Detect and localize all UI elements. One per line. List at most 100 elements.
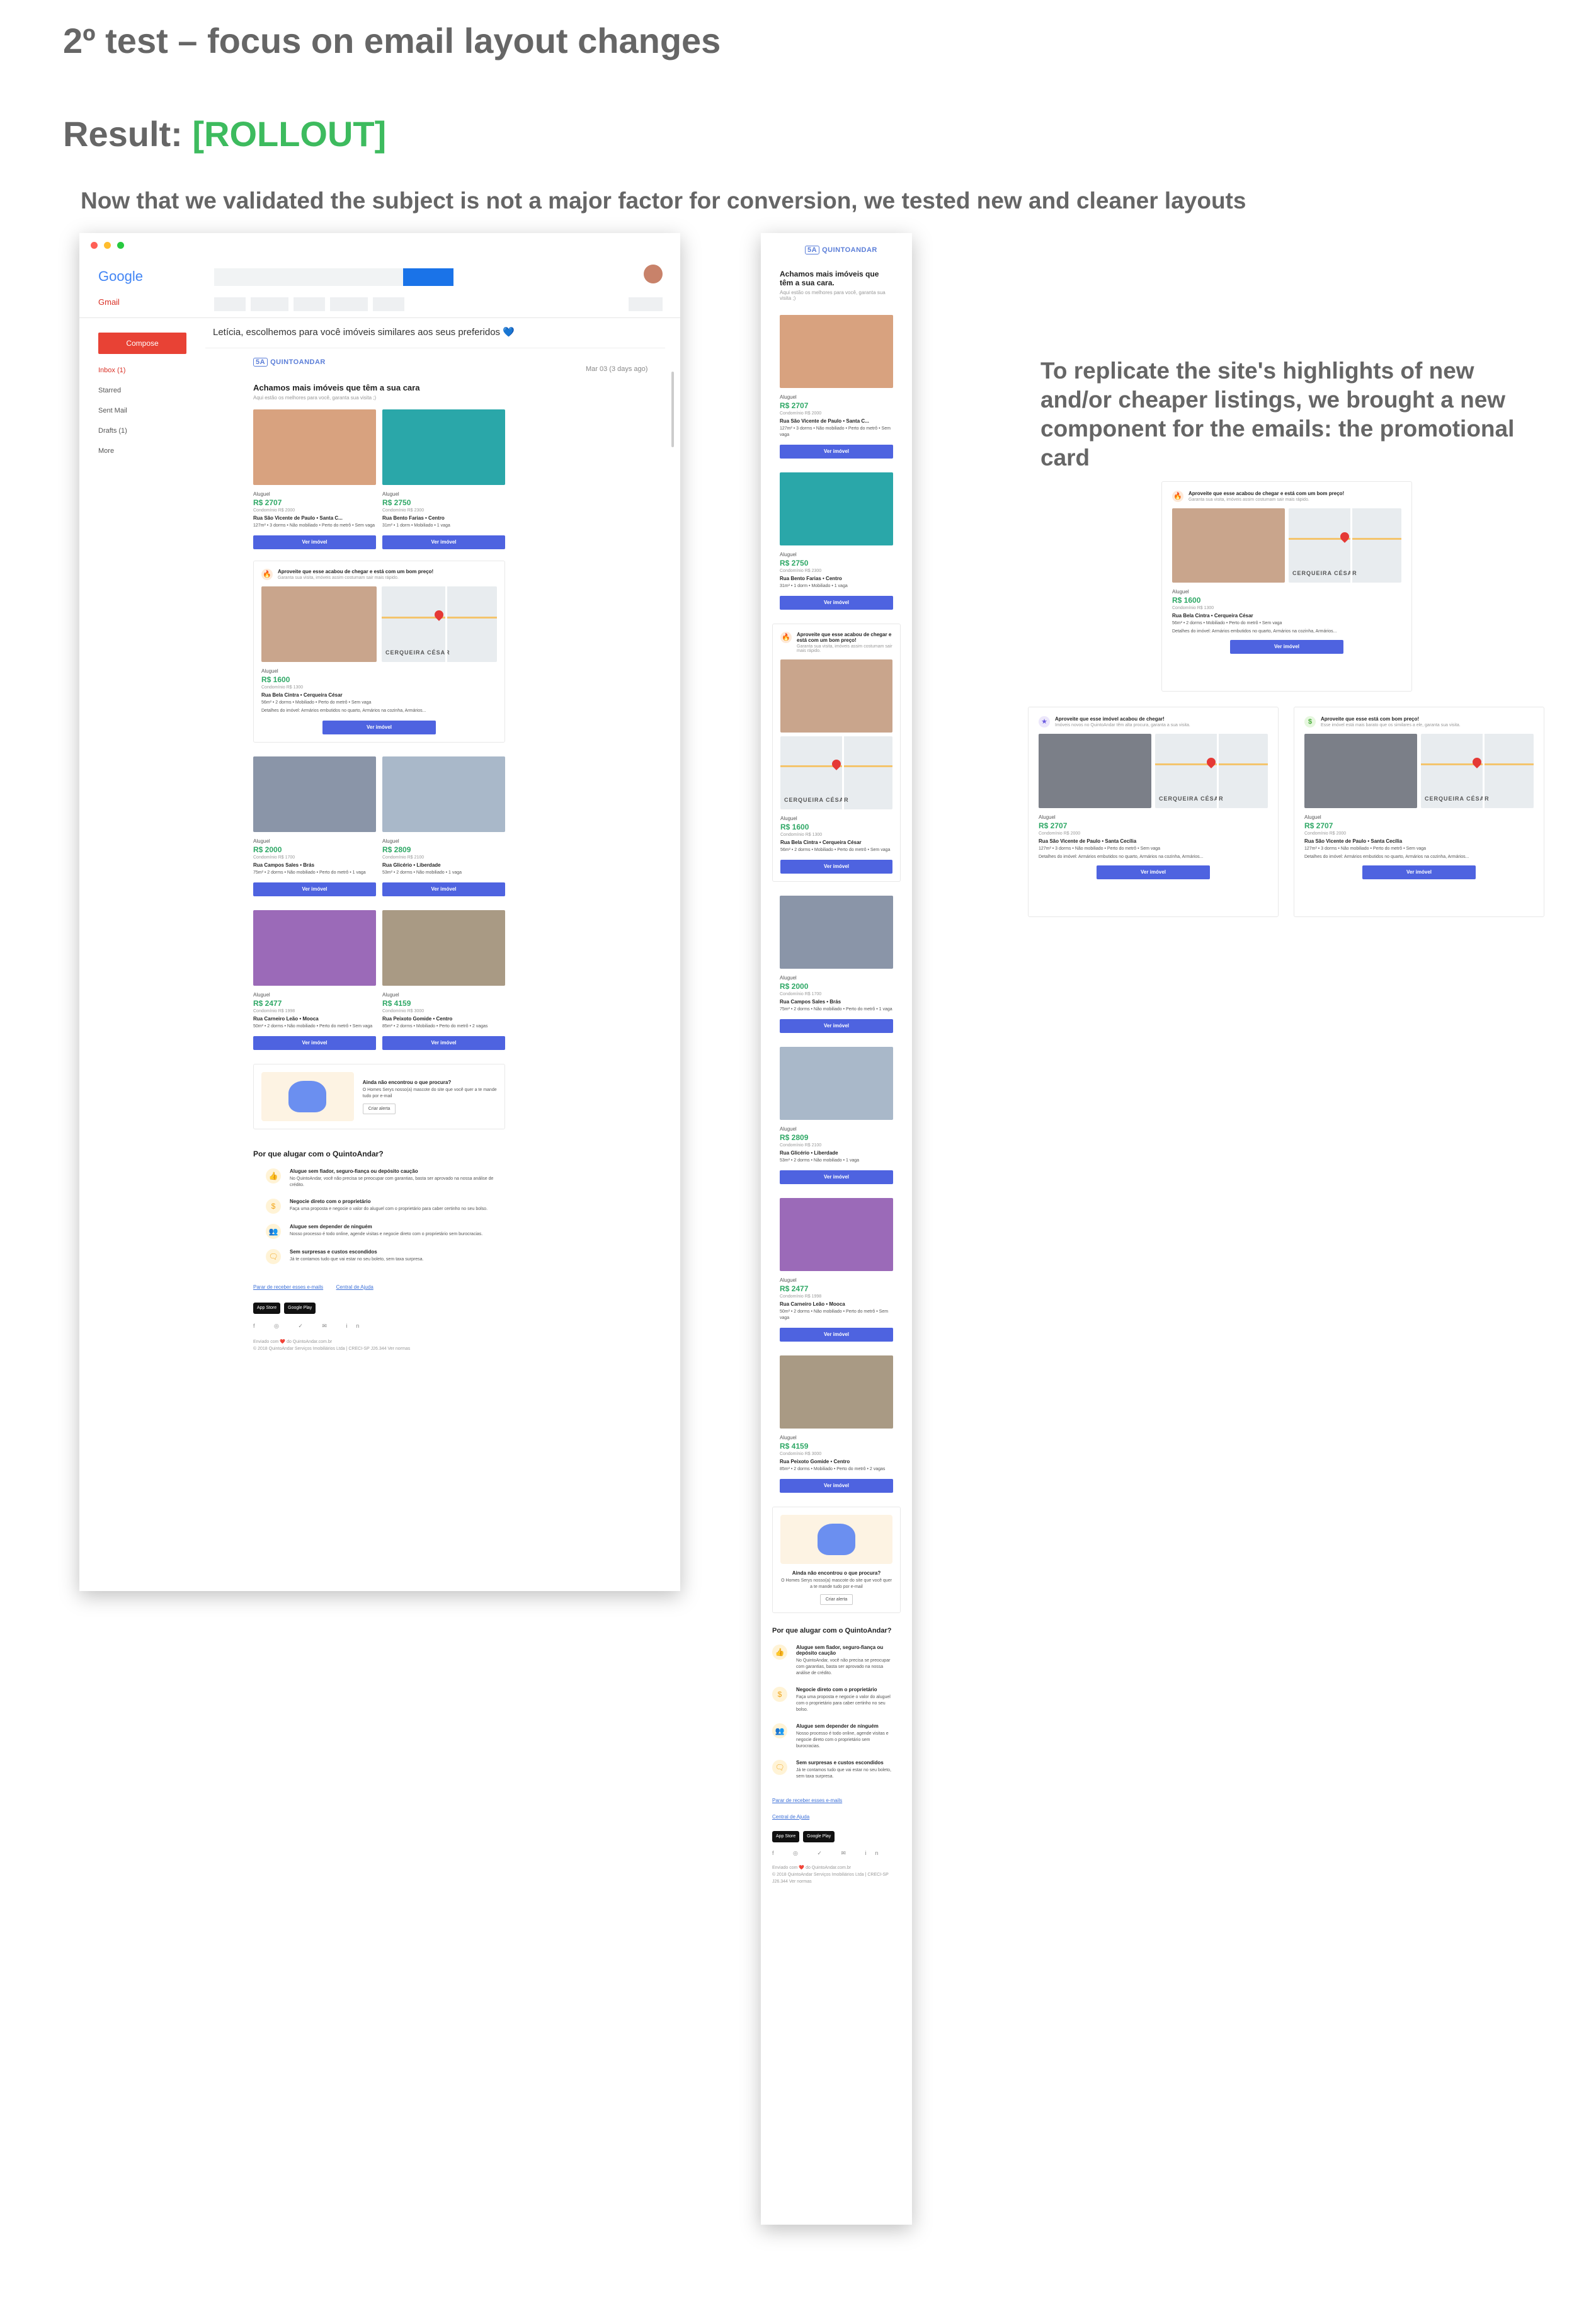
- email-headline: Achamos mais imóveis que têm a sua cara.: [780, 270, 879, 287]
- view-listing-button[interactable]: Ver imóvel: [1097, 865, 1210, 879]
- listing-photo[interactable]: [1172, 508, 1285, 583]
- quintoandar-logo: 5A QUINTOANDAR: [253, 358, 505, 367]
- listing-photo[interactable]: [780, 1047, 893, 1120]
- listing-photo[interactable]: [780, 472, 893, 545]
- google-play-badge[interactable]: Google Play: [284, 1303, 316, 1314]
- toolbar-button[interactable]: [214, 297, 246, 311]
- map-label: CERQUEIRA CÉSAR: [1425, 796, 1490, 802]
- search-button[interactable]: [403, 268, 453, 286]
- why-item: 👍 Alugue sem fiador, seguro-fiança ou dep…: [772, 1645, 893, 1677]
- app-store-badge[interactable]: App Store: [253, 1303, 281, 1314]
- listing-label: Aluguel: [382, 838, 399, 844]
- why-section: Por que alugar com o QuintoAndar? 👍 Alugu…: [772, 1627, 893, 1885]
- footer-copyright: © 2018 QuintoAndar Serviços Imobiliários…: [253, 1347, 411, 1351]
- listing-photo[interactable]: [382, 409, 505, 485]
- scrollbar[interactable]: [671, 372, 674, 447]
- listing-photo[interactable]: [253, 910, 376, 986]
- map-label: CERQUEIRA CÉSAR: [1292, 570, 1357, 576]
- unsubscribe-link[interactable]: Parar de receber esses e-mails: [772, 1798, 842, 1803]
- compose-button[interactable]: Compose: [98, 333, 186, 354]
- nav-starred[interactable]: Starred: [98, 387, 186, 394]
- listing-label: Aluguel: [780, 1277, 797, 1283]
- map-thumbnail[interactable]: CERQUEIRA CÉSAR: [1421, 734, 1534, 808]
- unsubscribe-link[interactable]: Parar de receber esses e-mails: [253, 1284, 323, 1290]
- view-listing-button[interactable]: Ver imóvel: [780, 1479, 893, 1493]
- view-listing-button[interactable]: Ver imóvel: [253, 882, 376, 896]
- listing-condo: Condomínio R$ 3000: [382, 1009, 425, 1013]
- view-listing-button[interactable]: Ver imóvel: [322, 721, 436, 734]
- dollar-icon: $: [1304, 716, 1316, 727]
- listing-photo[interactable]: [382, 756, 505, 832]
- listing-photo[interactable]: [780, 659, 892, 733]
- listing-photo[interactable]: [780, 1198, 893, 1271]
- view-listing-button[interactable]: Ver imóvel: [1362, 865, 1476, 879]
- toolbar-button[interactable]: [373, 297, 404, 311]
- close-dot-icon[interactable]: [91, 242, 98, 249]
- view-listing-button[interactable]: Ver imóvel: [253, 1036, 376, 1050]
- view-listing-button[interactable]: Ver imóvel: [780, 1019, 893, 1033]
- minimize-dot-icon[interactable]: [104, 242, 111, 249]
- social-icons[interactable]: f ◎ ✓ ✉ in: [253, 1323, 505, 1330]
- google-play-badge[interactable]: Google Play: [803, 1831, 835, 1842]
- listing-details: 56m² • 2 dorms • Mobiliado • Perto do me…: [1172, 621, 1282, 625]
- view-listing-button[interactable]: Ver imóvel: [253, 535, 376, 549]
- view-listing-button[interactable]: Ver imóvel: [382, 882, 505, 896]
- chat-icon: 🗨: [266, 1249, 281, 1264]
- listing-condo: Condomínio R$ 2000: [780, 411, 822, 416]
- social-icons[interactable]: f ◎ ✓ ✉ in: [772, 1850, 893, 1857]
- listing-photo[interactable]: [780, 1355, 893, 1429]
- map-thumbnail[interactable]: CERQUEIRA CÉSAR: [780, 736, 892, 809]
- toolbar-button[interactable]: [251, 297, 288, 311]
- nav-inbox[interactable]: Inbox (1): [98, 367, 186, 374]
- view-listing-button[interactable]: Ver imóvel: [1230, 640, 1343, 654]
- email-subject: Letícia, escolhemos para você imóveis si…: [213, 327, 515, 338]
- listing-photo[interactable]: [1039, 734, 1151, 808]
- help-center-link[interactable]: Central de Ajuda: [772, 1814, 809, 1820]
- listing-label: Aluguel: [780, 1126, 797, 1132]
- view-listing-button[interactable]: Ver imóvel: [780, 1328, 893, 1342]
- maximize-dot-icon[interactable]: [117, 242, 124, 249]
- map-thumbnail[interactable]: CERQUEIRA CÉSAR: [1155, 734, 1268, 808]
- app-store-badge[interactable]: App Store: [772, 1831, 800, 1842]
- avatar[interactable]: [644, 265, 663, 283]
- fire-icon: 🔥: [780, 632, 792, 643]
- create-alert-button[interactable]: Criar alerta: [819, 1594, 853, 1605]
- quintoandar-logo: 5A QUINTOANDAR: [780, 246, 893, 254]
- listing-details: 127m² • 3 dorms • Não mobiliado • Perto …: [253, 523, 375, 528]
- view-listing-button[interactable]: Ver imóvel: [780, 445, 893, 459]
- listing-photo[interactable]: [780, 896, 893, 969]
- listing-address: Rua Bela Cintra • Cerqueira César: [1172, 613, 1253, 619]
- footer-sent: Enviado com ❤️ do QuintoAndar.com.br: [253, 1340, 333, 1344]
- nav-sent[interactable]: Sent Mail: [98, 407, 186, 414]
- promo-subtitle: Esse imóvel está mais barato que os simi…: [1321, 723, 1461, 727]
- view-listing-button[interactable]: Ver imóvel: [780, 860, 892, 874]
- listing-photo[interactable]: [780, 315, 893, 388]
- view-listing-button[interactable]: Ver imóvel: [382, 535, 505, 549]
- toolbar-button[interactable]: [294, 297, 325, 311]
- toolbar-button[interactable]: [330, 297, 368, 311]
- nav-drafts[interactable]: Drafts (1): [98, 427, 186, 435]
- listing-label: Aluguel: [1172, 589, 1189, 595]
- create-alert-button[interactable]: Criar alerta: [362, 1103, 396, 1114]
- map-thumbnail[interactable]: CERQUEIRA CÉSAR: [382, 586, 497, 662]
- map-thumbnail[interactable]: CERQUEIRA CÉSAR: [1289, 508, 1401, 583]
- help-center-link[interactable]: Central de Ajuda: [336, 1284, 373, 1290]
- listing-address: Rua Campos Sales • Brás: [253, 862, 315, 868]
- search-input[interactable]: [214, 268, 403, 286]
- listing-photo[interactable]: [382, 910, 505, 986]
- view-listing-button[interactable]: Ver imóvel: [780, 1170, 893, 1184]
- view-listing-button[interactable]: Ver imóvel: [382, 1036, 505, 1050]
- listing-condo: Condomínio R$ 2000: [1039, 831, 1081, 836]
- view-listing-button[interactable]: Ver imóvel: [780, 596, 893, 610]
- listing-photo[interactable]: [253, 409, 376, 485]
- listing-address: Rua Peixoto Gomide • Centro: [382, 1016, 453, 1022]
- listing-price: R$ 2809: [780, 1133, 809, 1142]
- listing-address: Rua Bela Cintra • Cerqueira César: [780, 840, 862, 845]
- promo-card: 🔥 Aproveite que esse acabou de chegar e …: [253, 561, 505, 743]
- toolbar-button[interactable]: [629, 297, 663, 311]
- promo-title: Aproveite que esse acabou de chegar e es…: [797, 632, 892, 643]
- listing-photo[interactable]: [1304, 734, 1417, 808]
- nav-more[interactable]: More: [98, 447, 186, 455]
- listing-photo[interactable]: [261, 586, 377, 662]
- listing-photo[interactable]: [253, 756, 376, 832]
